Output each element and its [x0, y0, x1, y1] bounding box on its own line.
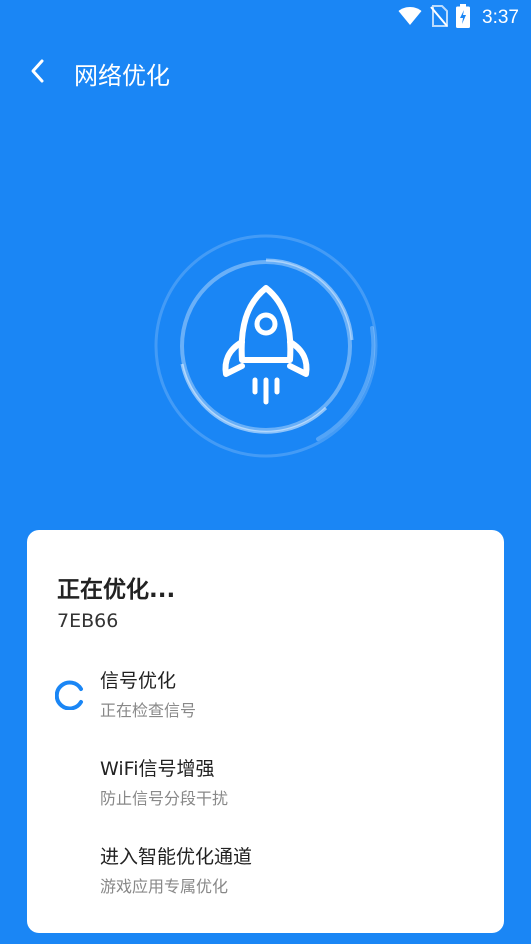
- status-icons: 3:37: [398, 4, 519, 32]
- task-desc: 正在检查信号: [100, 701, 197, 720]
- back-button[interactable]: [18, 53, 58, 93]
- task-desc: 游戏应用专属优化: [100, 877, 229, 896]
- task-item-smart-channel: 进入智能优化通道 游戏应用专属优化: [100, 844, 480, 904]
- task-item-signal: 信号优化 正在检查信号: [100, 668, 480, 728]
- network-optimize-screen: 3:37 网络优化 正在优化... 7EB66 信号优化 正在检查信号 WiFi…: [0, 0, 531, 944]
- loading-spinner-icon: [54, 680, 85, 711]
- app-header: 网络优化: [0, 52, 531, 94]
- optimize-animation: [150, 230, 382, 462]
- page-title: 网络优化: [74, 61, 170, 90]
- wifi-icon: [398, 6, 422, 30]
- status-bar: 3:37: [0, 0, 531, 36]
- task-desc: 防止信号分段干扰: [100, 789, 229, 808]
- optimize-status-title: 正在优化...: [57, 577, 176, 603]
- rocket-icon: [216, 282, 316, 412]
- battery-charging-icon: [456, 4, 471, 32]
- task-name: 进入智能优化通道: [100, 846, 253, 868]
- optimize-card: 正在优化... 7EB66 信号优化 正在检查信号 WiFi信号增强 防止信号分…: [27, 530, 504, 933]
- task-item-wifi: WiFi信号增强 防止信号分段干扰: [100, 756, 480, 816]
- device-code: 7EB66: [57, 610, 119, 632]
- chevron-left-icon: [28, 58, 48, 88]
- task-name: 信号优化: [100, 670, 177, 692]
- task-name: WiFi信号增强: [100, 758, 215, 780]
- status-time: 3:37: [482, 7, 519, 28]
- no-sim-icon: [430, 5, 449, 31]
